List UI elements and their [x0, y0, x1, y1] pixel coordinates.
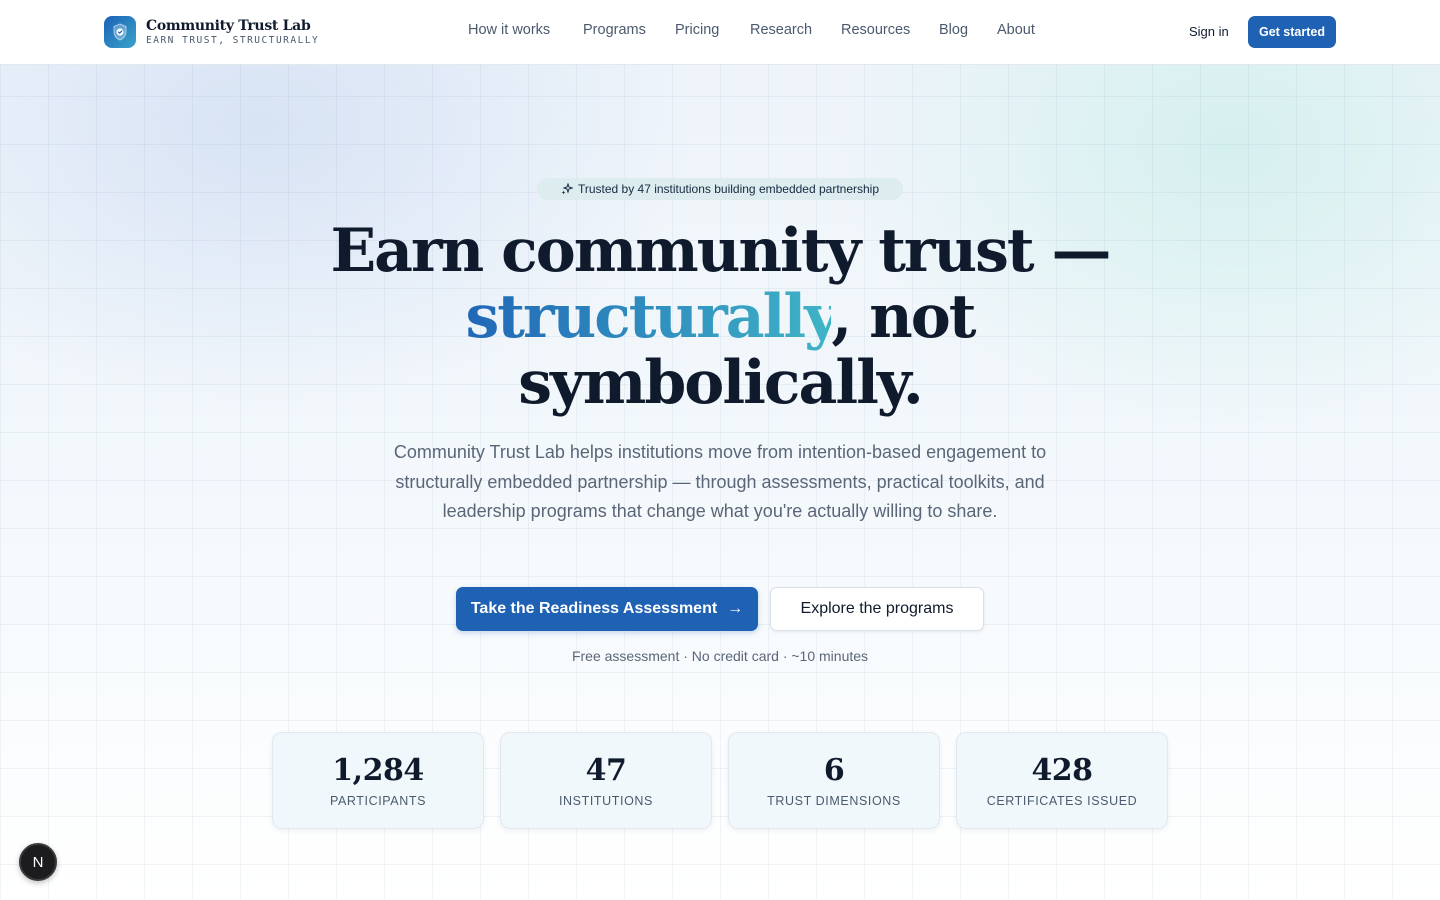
stat-card-certificates: 428 CERTIFICATES ISSUED	[956, 732, 1168, 829]
site-header: Community Trust Lab EARN TRUST, STRUCTUR…	[0, 0, 1440, 65]
headline-part3: symbolically.	[518, 348, 924, 418]
nav-blog[interactable]: Blog	[939, 22, 968, 38]
stat-card-trust-dimensions: 6 TRUST DIMENSIONS	[728, 732, 940, 829]
brand-logo[interactable]: Community Trust Lab EARN TRUST, STRUCTUR…	[104, 16, 319, 48]
shield-check-icon	[104, 16, 136, 48]
stat-value: 1,284	[332, 753, 424, 788]
cta-fineprint: Free assessment · No credit card · ~10 m…	[571, 648, 869, 664]
stat-card-participants: 1,284 PARTICIPANTS	[272, 732, 484, 829]
sign-in-link[interactable]: Sign in	[1189, 24, 1229, 39]
brand-name: Community Trust Lab	[146, 17, 311, 34]
readiness-assessment-label: Take the Readiness Assessment	[470, 600, 718, 617]
stat-value: 428	[1031, 753, 1093, 788]
stat-value: 6	[823, 753, 845, 788]
hero-headline: Earn community trust — structurally, not…	[320, 218, 1120, 416]
get-started-button[interactable]: Get started	[1248, 16, 1336, 48]
headline-part2: , not	[831, 282, 976, 352]
stat-value: 47	[585, 753, 627, 788]
stat-card-institutions: 47 INSTITUTIONS	[500, 732, 712, 829]
nav-programs[interactable]: Programs	[583, 22, 646, 38]
trust-badge: Trusted by 47 institutions building embe…	[537, 178, 903, 200]
dev-tools-badge[interactable]: N	[19, 843, 57, 881]
stat-label: INSTITUTIONS	[558, 794, 653, 808]
headline-accent: structurally	[465, 282, 834, 352]
arrow-right-icon: →	[727, 600, 744, 617]
explore-programs-button[interactable]: Explore the programs	[770, 587, 984, 631]
nav-research[interactable]: Research	[750, 22, 812, 38]
nav-about[interactable]: About	[997, 22, 1035, 38]
headline-part1: Earn community trust —	[330, 216, 1111, 286]
trust-badge-text: Trusted by 47 institutions building embe…	[577, 182, 880, 196]
brand-tagline: EARN TRUST, STRUCTURALLY	[146, 34, 320, 46]
nav-resources[interactable]: Resources	[841, 22, 910, 38]
stat-label: TRUST DIMENSIONS	[767, 794, 901, 808]
nav-how-it-works[interactable]: How it works	[468, 22, 550, 38]
sparkles-icon	[561, 183, 573, 195]
hero-subtext: Community Trust Lab helps institutions m…	[393, 442, 1047, 521]
stat-label: PARTICIPANTS	[329, 794, 427, 808]
stat-label: CERTIFICATES ISSUED	[986, 794, 1138, 808]
readiness-assessment-button[interactable]: Take the Readiness Assessment →	[456, 587, 758, 631]
nav-pricing[interactable]: Pricing	[675, 22, 719, 38]
